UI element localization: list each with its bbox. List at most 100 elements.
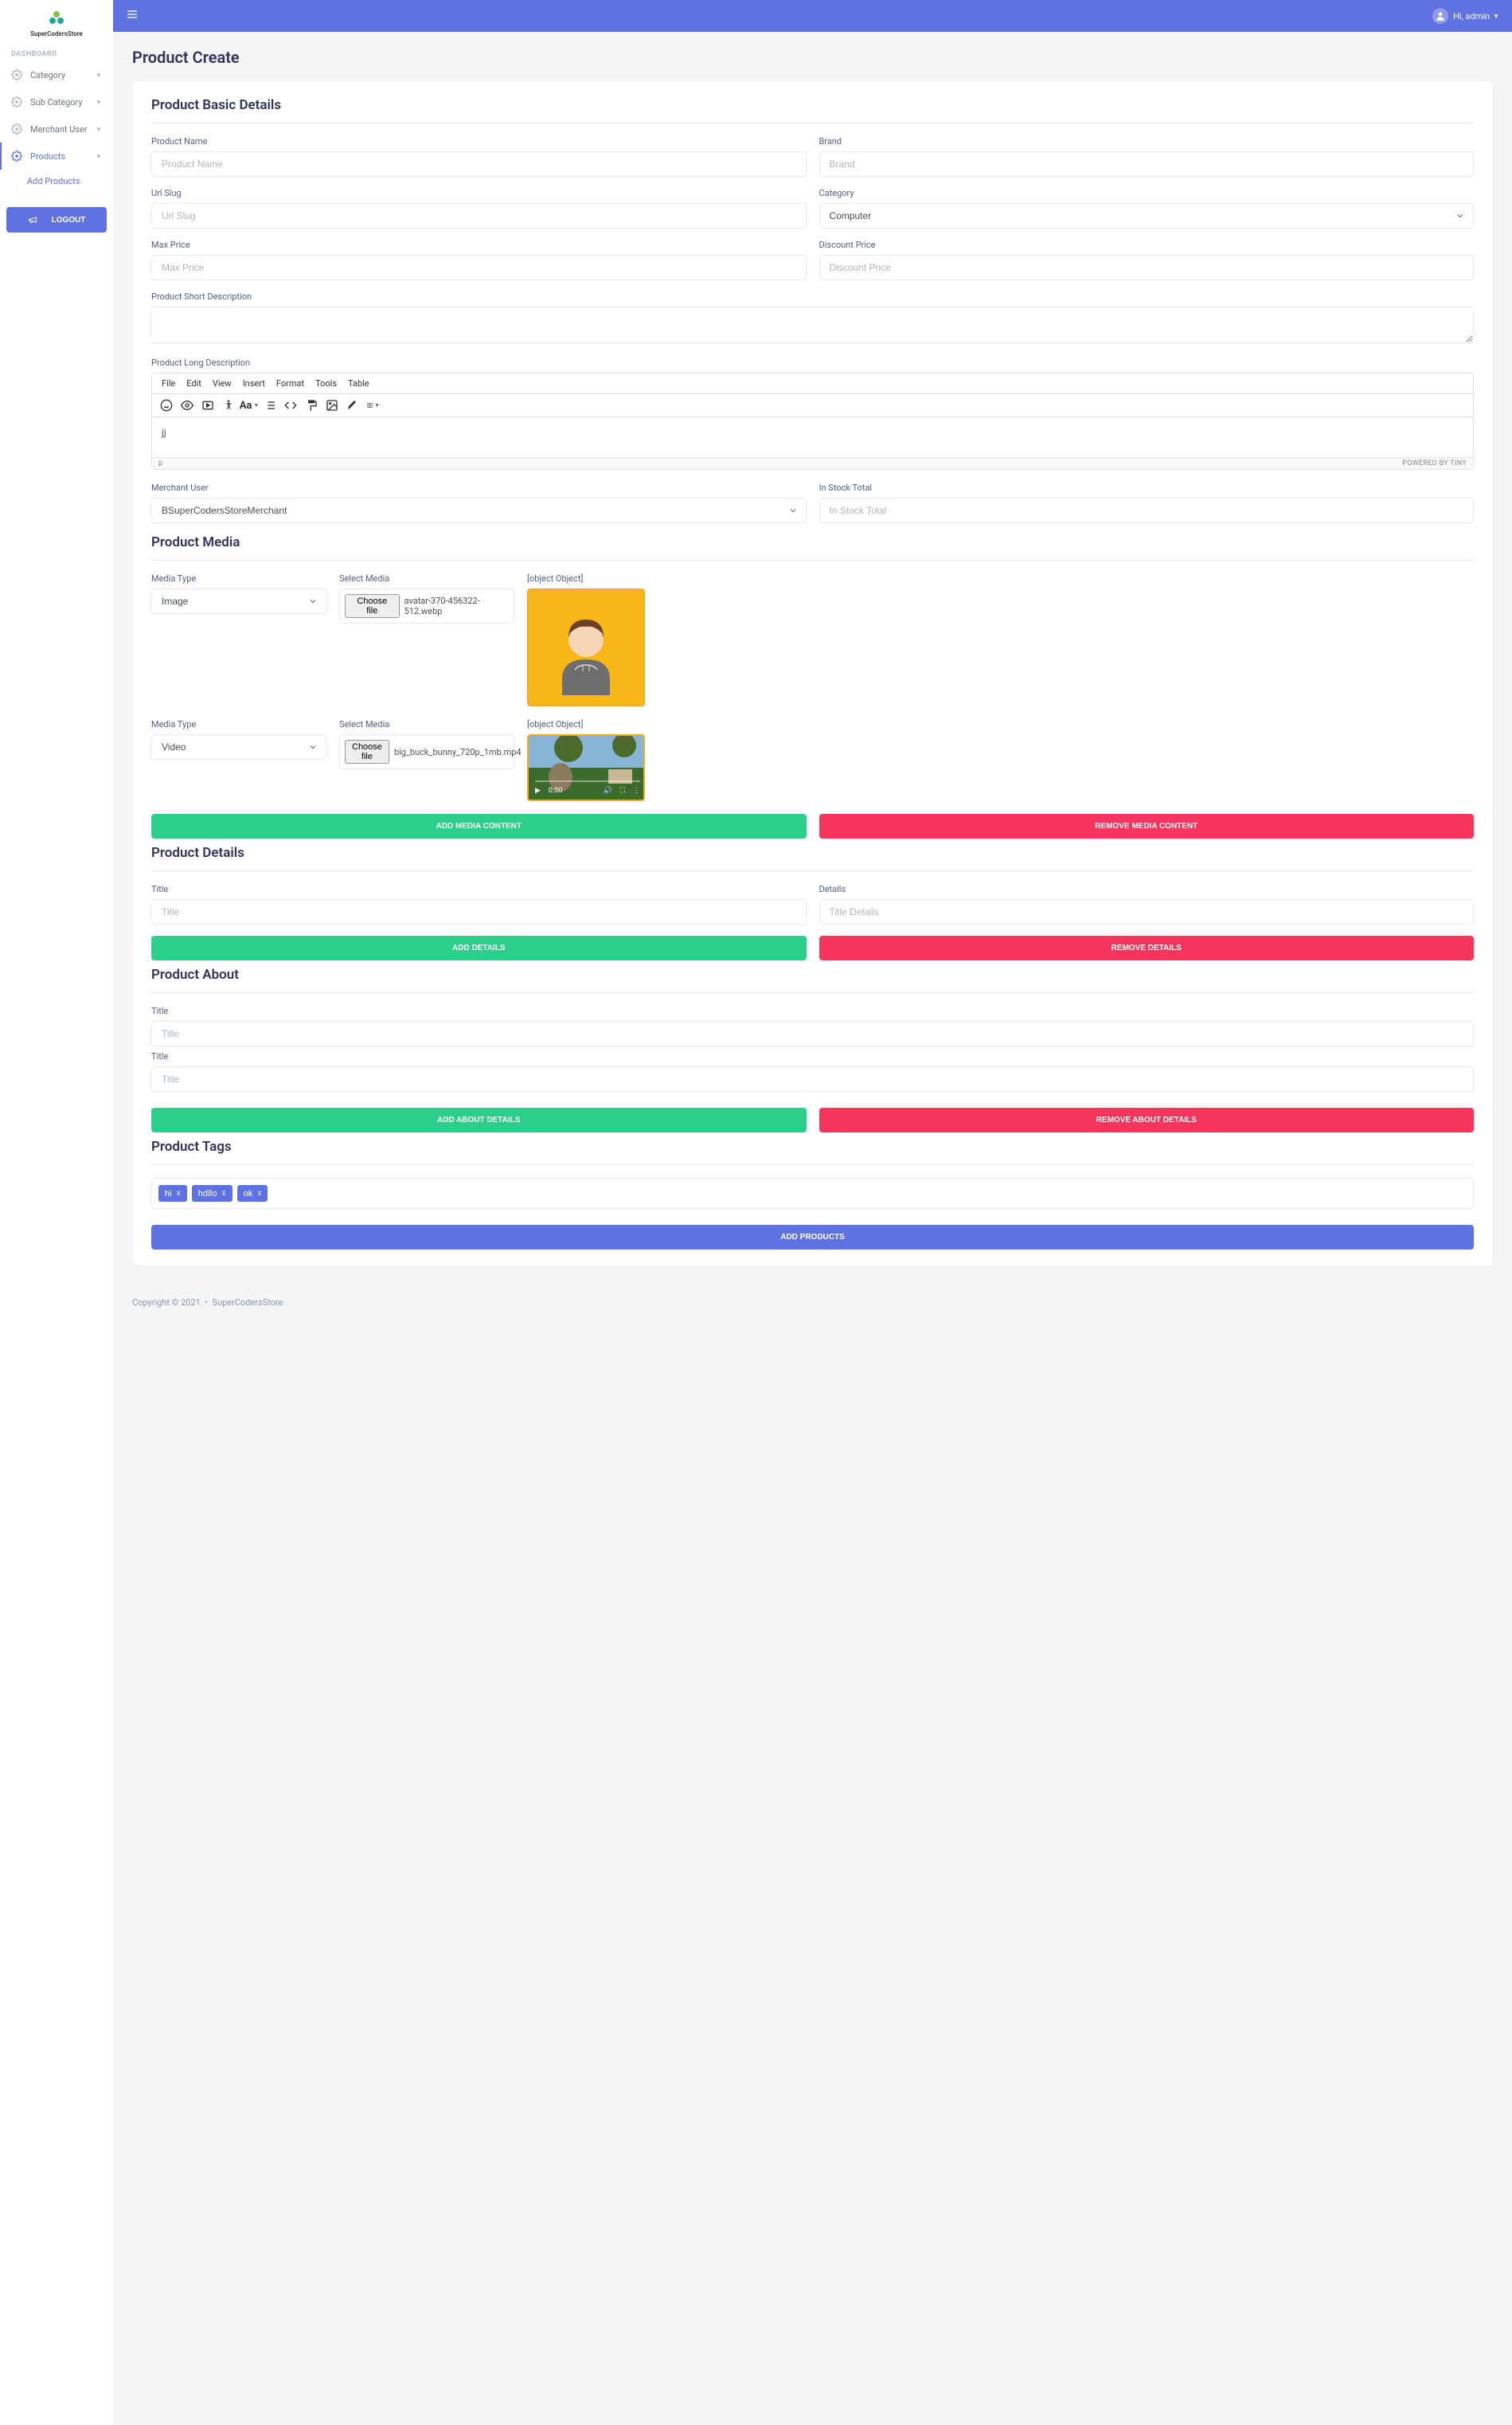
sidebar-subitem-add-products[interactable]: Add Products — [0, 170, 113, 193]
add-details-button[interactable]: ADD DETAILS — [151, 936, 807, 960]
font-size-icon[interactable]: Aa▼ — [243, 399, 256, 412]
product-name-input[interactable] — [151, 151, 807, 177]
add-media-button[interactable]: ADD MEDIA CONTENT — [151, 814, 807, 839]
editor-menu-view[interactable]: View — [213, 378, 232, 389]
editor-menu-table[interactable]: Table — [348, 378, 369, 389]
tag-remove-icon[interactable]: x — [257, 1189, 261, 1198]
video-time: 0:00 — [549, 787, 562, 795]
remove-details-button[interactable]: REMOVE DETAILS — [819, 936, 1475, 960]
category-label: Category — [819, 188, 1475, 198]
tag-remove-icon[interactable]: x — [222, 1189, 226, 1198]
about-title-input-1[interactable] — [151, 1021, 1474, 1046]
sidebar-item-label: Products — [30, 151, 65, 162]
gear-icon — [11, 151, 22, 162]
sidebar-item-label: Merchant User — [30, 124, 88, 135]
chevron-down-icon: ▼ — [96, 126, 102, 133]
preview-label: [object Object] — [527, 573, 1474, 584]
in-stock-input[interactable] — [819, 498, 1475, 523]
preview-icon[interactable] — [181, 399, 193, 412]
more-icon[interactable]: ⋮ — [633, 787, 640, 795]
sidebar-item-label: Category — [30, 70, 65, 80]
chevron-down-icon: ▼ — [96, 72, 102, 79]
category-select[interactable]: Computer — [819, 203, 1475, 229]
long-desc-label: Product Long Description — [151, 358, 1474, 368]
brand-input[interactable] — [819, 151, 1475, 177]
media-type-select-0[interactable]: Image — [151, 589, 326, 614]
list-icon[interactable] — [264, 399, 276, 412]
play-icon[interactable]: ▶ — [535, 787, 541, 795]
file-name-1: big_buck_bunny_720p_1mb.mp4 — [394, 747, 522, 757]
rich-text-editor: File Edit View Insert Format Tools Table… — [151, 373, 1474, 470]
logo[interactable]: SuperCodersStore — [0, 0, 113, 47]
editor-menu-format[interactable]: Format — [276, 378, 304, 389]
sidebar-item-label: Sub Category — [30, 97, 83, 108]
media-type-select-1[interactable]: Video — [151, 734, 326, 760]
details-title-input[interactable] — [151, 899, 807, 925]
preview-video[interactable]: ▶ 0:00 🔊 ⛶ ⋮ — [527, 734, 645, 801]
details-details-input[interactable] — [819, 899, 1475, 925]
editor-menu-tools[interactable]: Tools — [315, 378, 337, 389]
tag-remove-icon[interactable]: x — [177, 1189, 181, 1198]
tags-input[interactable]: hi x hdllo x ok x — [151, 1178, 1474, 1209]
editor-menu-edit[interactable]: Edit — [186, 378, 201, 389]
editor-path[interactable]: p — [158, 460, 162, 467]
section-about-title: Product About — [151, 967, 1474, 983]
accessibility-icon[interactable] — [222, 399, 235, 412]
merchant-user-label: Merchant User — [151, 483, 807, 493]
topbar: Hi, admin ▼ — [113, 0, 1512, 32]
in-stock-label: In Stock Total — [819, 483, 1475, 493]
user-menu[interactable]: Hi, admin ▼ — [1432, 8, 1499, 24]
sidebar-item-products[interactable]: Products ▼ — [0, 143, 113, 170]
chevron-down-icon: ▼ — [96, 153, 102, 160]
choose-file-button-0[interactable]: Choose file — [345, 594, 400, 618]
image-icon[interactable] — [326, 399, 338, 412]
remove-media-button[interactable]: REMOVE MEDIA CONTENT — [819, 814, 1475, 839]
highlight-icon[interactable] — [346, 399, 359, 412]
editor-menu-file[interactable]: File — [162, 378, 175, 389]
about-title-label-2: Title — [151, 1051, 1474, 1062]
fullscreen-icon[interactable]: ⛶ — [620, 787, 625, 795]
hamburger-icon[interactable] — [126, 8, 139, 24]
sidebar-item-merchant[interactable]: Merchant User ▼ — [0, 115, 113, 143]
gear-icon — [11, 96, 22, 108]
tag-item: hdllo x — [192, 1185, 232, 1202]
sidebar-item-subcategory[interactable]: Sub Category ▼ — [0, 88, 113, 115]
user-greeting: Hi, admin — [1453, 11, 1490, 22]
product-name-label: Product Name — [151, 136, 807, 147]
url-slug-input[interactable] — [151, 203, 807, 229]
editor-content[interactable]: jj — [152, 417, 1473, 457]
add-about-button[interactable]: ADD ABOUT DETAILS — [151, 1108, 807, 1132]
about-title-input-2[interactable] — [151, 1066, 1474, 1092]
chevron-down-icon: ▼ — [96, 99, 102, 106]
max-price-input[interactable] — [151, 255, 807, 280]
discount-price-input[interactable] — [819, 255, 1475, 280]
add-products-button[interactable]: ADD PRODUCTS — [151, 1225, 1474, 1250]
preview-label: [object Object] — [527, 719, 1474, 729]
logo-text: SuperCodersStore — [0, 30, 113, 37]
short-desc-label: Product Short Description — [151, 291, 1474, 302]
sidebar-item-category[interactable]: Category ▼ — [0, 61, 113, 88]
brand-label: Brand — [819, 136, 1475, 147]
remove-about-button[interactable]: REMOVE ABOUT DETAILS — [819, 1108, 1475, 1132]
media-type-label: Media Type — [151, 573, 326, 584]
media-icon[interactable] — [201, 399, 214, 412]
merchant-user-select[interactable]: BSuperCodersStoreMerchant — [151, 498, 807, 523]
editor-powered[interactable]: POWERED BY TINY — [1402, 460, 1467, 467]
short-desc-textarea[interactable] — [151, 307, 1474, 343]
code-icon[interactable] — [284, 399, 297, 412]
logo-icon — [45, 10, 68, 25]
details-details-label: Details — [819, 884, 1475, 894]
choose-file-button-1[interactable]: Choose file — [345, 740, 389, 764]
format-painter-icon[interactable] — [305, 399, 318, 412]
gear-icon — [11, 123, 22, 135]
discount-price-label: Discount Price — [819, 240, 1475, 250]
tag-item: ok x — [237, 1185, 268, 1202]
logout-button[interactable]: LOGOUT — [6, 207, 107, 233]
editor-menu-insert[interactable]: Insert — [243, 378, 265, 389]
emoticons-icon[interactable] — [160, 399, 173, 412]
file-name-0: avatar-370-456322-512.webp — [404, 596, 509, 616]
megaphone-icon — [28, 215, 37, 225]
gear-icon — [11, 69, 22, 80]
volume-icon[interactable]: 🔊 — [603, 787, 611, 795]
table-icon[interactable]: ▼ — [367, 399, 380, 412]
